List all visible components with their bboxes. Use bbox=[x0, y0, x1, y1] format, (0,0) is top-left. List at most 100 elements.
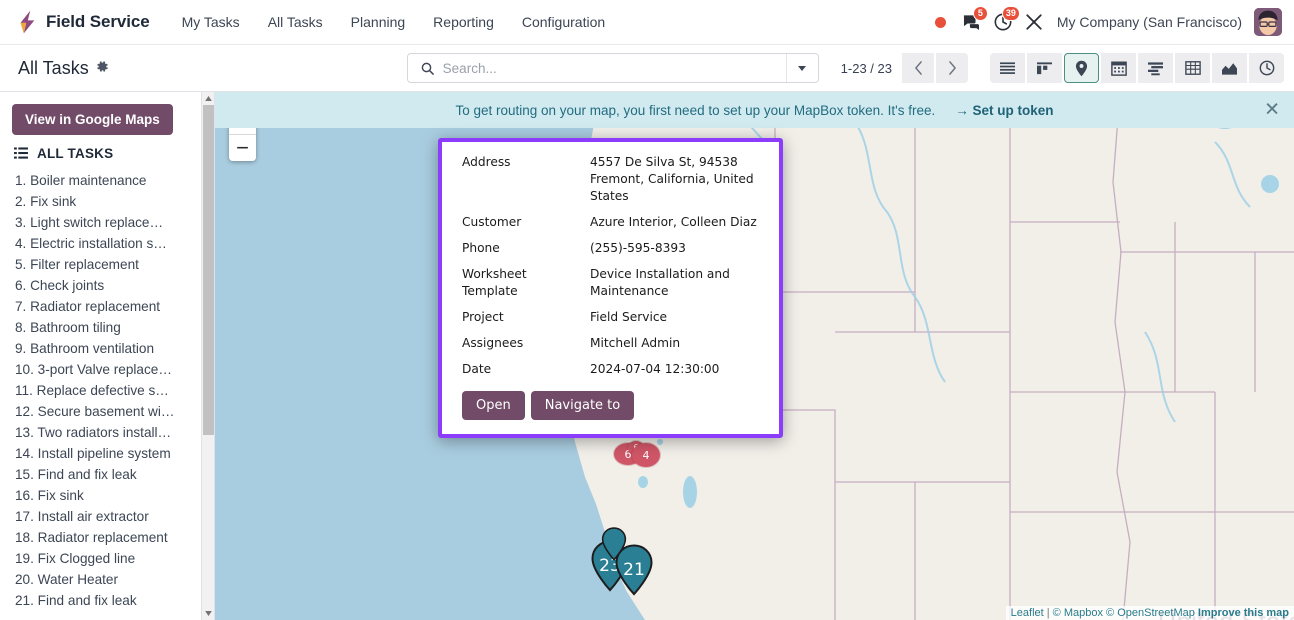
list-item[interactable]: 18. Radiator replacement bbox=[15, 527, 193, 548]
company-switcher[interactable]: My Company (San Francisco) bbox=[1049, 8, 1252, 36]
gear-icon[interactable] bbox=[96, 60, 109, 76]
view-button-graph[interactable] bbox=[1212, 53, 1247, 83]
list-item[interactable]: 9. Bathroom ventilation bbox=[15, 338, 193, 359]
sidebar: View in Google Maps ALL TASKS 1. Boiler … bbox=[0, 92, 215, 620]
map-attribution: Leaflet | © Mapbox © OpenStreetMap Impro… bbox=[1005, 606, 1294, 620]
pager-next-button[interactable] bbox=[936, 53, 968, 83]
activities-button[interactable]: 39 bbox=[987, 5, 1020, 39]
pager-range[interactable]: 1-23 / 23 bbox=[841, 61, 892, 76]
scrollbar-thumb[interactable] bbox=[203, 105, 214, 435]
nav-item-all-tasks[interactable]: All Tasks bbox=[254, 8, 337, 36]
avatar-image-icon bbox=[1254, 8, 1282, 36]
view-button-pivot[interactable] bbox=[1175, 53, 1210, 83]
view-in-google-maps-button[interactable]: View in Google Maps bbox=[12, 104, 173, 135]
list-item[interactable]: 19. Fix Clogged line bbox=[15, 548, 193, 569]
search-input[interactable] bbox=[442, 54, 786, 82]
view-button-activity[interactable] bbox=[1249, 53, 1284, 83]
open-button[interactable]: Open bbox=[462, 391, 525, 420]
list-item[interactable]: 4. Electric installation s… bbox=[15, 233, 193, 254]
magnifier-icon bbox=[421, 62, 434, 75]
mapbox-link[interactable]: © Mapbox bbox=[1053, 607, 1103, 619]
popup-label-project: Project bbox=[462, 310, 504, 324]
popup-row-worksheet-template: Worksheet Template Device Installation a… bbox=[462, 266, 765, 309]
set-up-token-link[interactable]: → Set up token bbox=[955, 103, 1053, 118]
view-button-kanban[interactable] bbox=[1027, 53, 1062, 83]
close-icon[interactable]: ✕ bbox=[1264, 101, 1280, 120]
pivot-table-icon bbox=[1184, 61, 1201, 75]
caret-down-icon bbox=[205, 611, 212, 616]
zoom-out-button[interactable]: − bbox=[229, 134, 256, 161]
activities-badge: 39 bbox=[1001, 6, 1020, 21]
sidebar-section-header: ALL TASKS bbox=[12, 146, 204, 161]
list-bullets-icon bbox=[14, 147, 28, 159]
pager-previous-button[interactable] bbox=[902, 53, 934, 83]
openstreetmap-link[interactable]: © OpenStreetMap bbox=[1106, 607, 1195, 619]
tools-icon bbox=[1026, 14, 1042, 30]
list-item[interactable]: 16. Fix sink bbox=[15, 485, 193, 506]
scrollbar-up-arrow[interactable] bbox=[202, 92, 214, 105]
systray: 5 39 My Company (San Francisco) bbox=[926, 5, 1282, 39]
nav-item-reporting[interactable]: Reporting bbox=[419, 8, 508, 36]
breadcrumb: All Tasks bbox=[18, 58, 109, 79]
popup-value-worksheet-template: Device Installation and Maintenance bbox=[590, 267, 730, 298]
nav-item-planning[interactable]: Planning bbox=[337, 8, 420, 36]
record-dot-icon bbox=[935, 16, 947, 28]
popup-value-phone: (255)-595-8393 bbox=[590, 241, 686, 255]
list-item[interactable]: 6. Check joints bbox=[15, 275, 193, 296]
popup-label-worksheet-template: Worksheet Template bbox=[462, 267, 527, 298]
list-icon bbox=[1000, 61, 1015, 74]
record-button[interactable] bbox=[926, 5, 956, 39]
list-item[interactable]: 14. Install pipeline system bbox=[15, 443, 193, 464]
task-list: 1. Boiler maintenance 2. Fix sink 3. Lig… bbox=[12, 170, 204, 611]
list-item[interactable]: 13. Two radiators install… bbox=[15, 422, 193, 443]
marker-count-label: 21 bbox=[623, 560, 645, 580]
list-item[interactable]: 10. 3-port Valve replace… bbox=[15, 359, 193, 380]
view-switcher bbox=[990, 53, 1284, 83]
sidebar-scrollbar[interactable] bbox=[201, 92, 214, 620]
developer-tools-button[interactable] bbox=[1019, 5, 1049, 39]
chevron-left-icon bbox=[914, 61, 922, 75]
map-marker-small[interactable] bbox=[601, 526, 627, 562]
view-button-calendar[interactable] bbox=[1101, 53, 1136, 83]
navigate-to-button[interactable]: Navigate to bbox=[530, 391, 635, 420]
scrollbar-down-arrow[interactable] bbox=[202, 607, 214, 620]
list-item[interactable]: 11. Replace defective s… bbox=[15, 380, 193, 401]
list-item[interactable]: 3. Light switch replace… bbox=[15, 212, 193, 233]
list-item[interactable]: 5. Filter replacement bbox=[15, 254, 193, 275]
app-brand-name[interactable]: Field Service bbox=[46, 12, 150, 32]
leaflet-link[interactable]: Leaflet bbox=[1011, 607, 1044, 619]
app-logo-icon[interactable] bbox=[14, 9, 40, 35]
avatar[interactable] bbox=[1254, 8, 1282, 36]
search-dropdown-toggle[interactable] bbox=[785, 54, 818, 82]
list-item[interactable]: 12. Secure basement wi… bbox=[15, 401, 193, 422]
map-task-popup: Address 4557 De Silva St, 94538 Fremont,… bbox=[438, 138, 783, 438]
view-button-list[interactable] bbox=[990, 53, 1025, 83]
nav-item-configuration[interactable]: Configuration bbox=[508, 8, 619, 36]
cluster-badge-4[interactable]: 4 bbox=[632, 443, 660, 467]
popup-label-customer: Customer bbox=[462, 215, 522, 229]
nav-item-my-tasks[interactable]: My Tasks bbox=[168, 8, 254, 36]
view-button-map[interactable] bbox=[1064, 53, 1099, 83]
list-item[interactable]: 20. Water Heater bbox=[15, 569, 193, 590]
list-item[interactable]: 1. Boiler maintenance bbox=[15, 170, 193, 191]
messages-button[interactable]: 5 bbox=[956, 5, 988, 39]
popup-label-phone: Phone bbox=[462, 241, 500, 255]
list-item[interactable]: 7. Radiator replacement bbox=[15, 296, 193, 317]
list-item[interactable]: 21. Find and fix leak bbox=[15, 590, 193, 611]
popup-label-assignees: Assignees bbox=[462, 336, 524, 350]
popup-actions: Open Navigate to bbox=[462, 387, 765, 420]
page-title: All Tasks bbox=[18, 57, 89, 78]
list-item[interactable]: 8. Bathroom tiling bbox=[15, 317, 193, 338]
list-item[interactable]: 15. Find and fix leak bbox=[15, 464, 193, 485]
graph-icon bbox=[1222, 62, 1237, 75]
chevron-down-icon bbox=[798, 65, 807, 71]
caret-up-icon bbox=[205, 96, 212, 101]
map-view[interactable]: United States Phoenix Los Angeles + − 23… bbox=[215, 92, 1294, 620]
view-button-gantt[interactable] bbox=[1138, 53, 1173, 83]
list-item[interactable]: 17. Install air extractor bbox=[15, 506, 193, 527]
banner-message: To get routing on your map, you first ne… bbox=[455, 102, 936, 118]
popup-label-address: Address bbox=[462, 155, 511, 169]
improve-map-link[interactable]: Improve this map bbox=[1198, 607, 1289, 619]
list-item[interactable]: 2. Fix sink bbox=[15, 191, 193, 212]
sidebar-section-title: ALL TASKS bbox=[37, 146, 114, 161]
